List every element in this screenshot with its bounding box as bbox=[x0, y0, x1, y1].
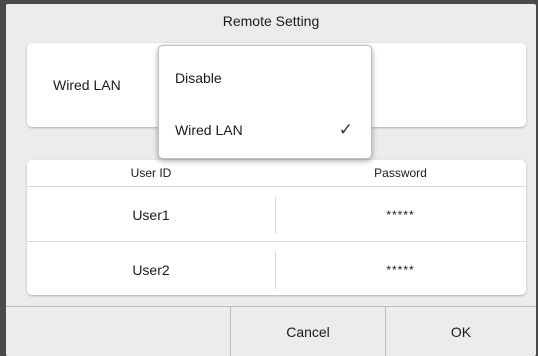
ok-button[interactable]: OK bbox=[385, 307, 536, 356]
connection-selected-label: Wired LAN bbox=[53, 77, 121, 93]
table-row[interactable]: User2 ***** bbox=[27, 243, 526, 295]
header-user-id: User ID bbox=[130, 166, 172, 180]
dropdown-option-wired-lan[interactable]: Wired LAN ✓ bbox=[159, 104, 371, 156]
users-table: User ID Password User1 ***** User2 ***** bbox=[27, 160, 526, 295]
check-icon: ✓ bbox=[338, 120, 353, 139]
password-cell[interactable]: ***** bbox=[275, 243, 526, 295]
user-id-cell: User1 bbox=[132, 207, 170, 223]
dialog-title: Remote Setting bbox=[222, 13, 320, 29]
cancel-button[interactable]: Cancel bbox=[230, 307, 385, 356]
option-label: Wired LAN bbox=[175, 122, 243, 138]
password-cell[interactable]: ***** bbox=[275, 188, 526, 242]
dropdown-option-disable[interactable]: Disable bbox=[159, 52, 371, 104]
user-id-cell: User2 bbox=[132, 262, 170, 278]
table-row[interactable]: User1 ***** bbox=[27, 188, 526, 242]
header-password: Password bbox=[374, 166, 427, 180]
users-table-header: User ID Password bbox=[27, 160, 526, 187]
button-bar-spacer bbox=[6, 307, 230, 356]
option-label: Disable bbox=[175, 70, 222, 86]
button-bar: Cancel OK bbox=[6, 306, 536, 356]
connection-dropdown: Disable Wired LAN ✓ bbox=[158, 45, 372, 159]
remote-setting-dialog: Remote Setting Wired LAN User ID Passwor… bbox=[6, 4, 536, 356]
